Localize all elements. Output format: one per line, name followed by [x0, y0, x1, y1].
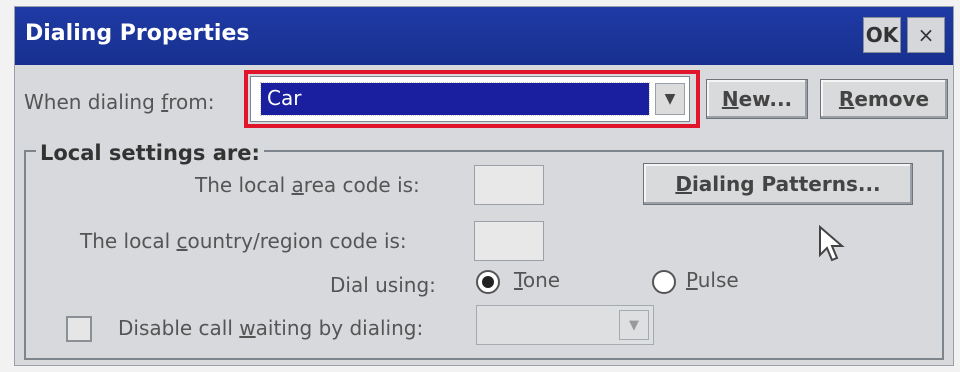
tone-label[interactable]: Tone [514, 268, 560, 292]
tone-radio[interactable] [476, 270, 500, 294]
new-location-button[interactable]: New... [706, 79, 808, 119]
close-button[interactable]: × [907, 17, 945, 53]
dialing-patterns-button[interactable]: Dialing Patterns... [643, 163, 913, 205]
dial-using-label: Dial using: [330, 273, 436, 297]
country-code-label: The local country/region code is: [80, 229, 407, 253]
ok-button[interactable]: OK [863, 17, 901, 53]
dialing-from-label: When dialing from: [24, 90, 215, 114]
annotation-highlight-box [244, 70, 700, 128]
pulse-radio[interactable] [652, 270, 676, 294]
disable-call-waiting-checkbox[interactable] [66, 316, 92, 342]
pulse-label[interactable]: Pulse [686, 268, 739, 292]
local-settings-title: Local settings are: [36, 141, 264, 165]
chevron-down-icon[interactable]: ▼ [619, 310, 649, 340]
remove-location-button[interactable]: Remove [820, 79, 948, 119]
country-code-input[interactable] [474, 221, 544, 261]
call-waiting-select[interactable]: ▼ [476, 305, 654, 345]
title-bar: Dialing Properties OK × [15, 7, 953, 65]
mouse-pointer-icon [819, 225, 845, 262]
disable-call-waiting-label[interactable]: Disable call waiting by dialing: [118, 316, 423, 340]
window-title: Dialing Properties [25, 21, 250, 46]
area-code-label: The local area code is: [195, 173, 420, 197]
area-code-input[interactable] [474, 165, 544, 205]
